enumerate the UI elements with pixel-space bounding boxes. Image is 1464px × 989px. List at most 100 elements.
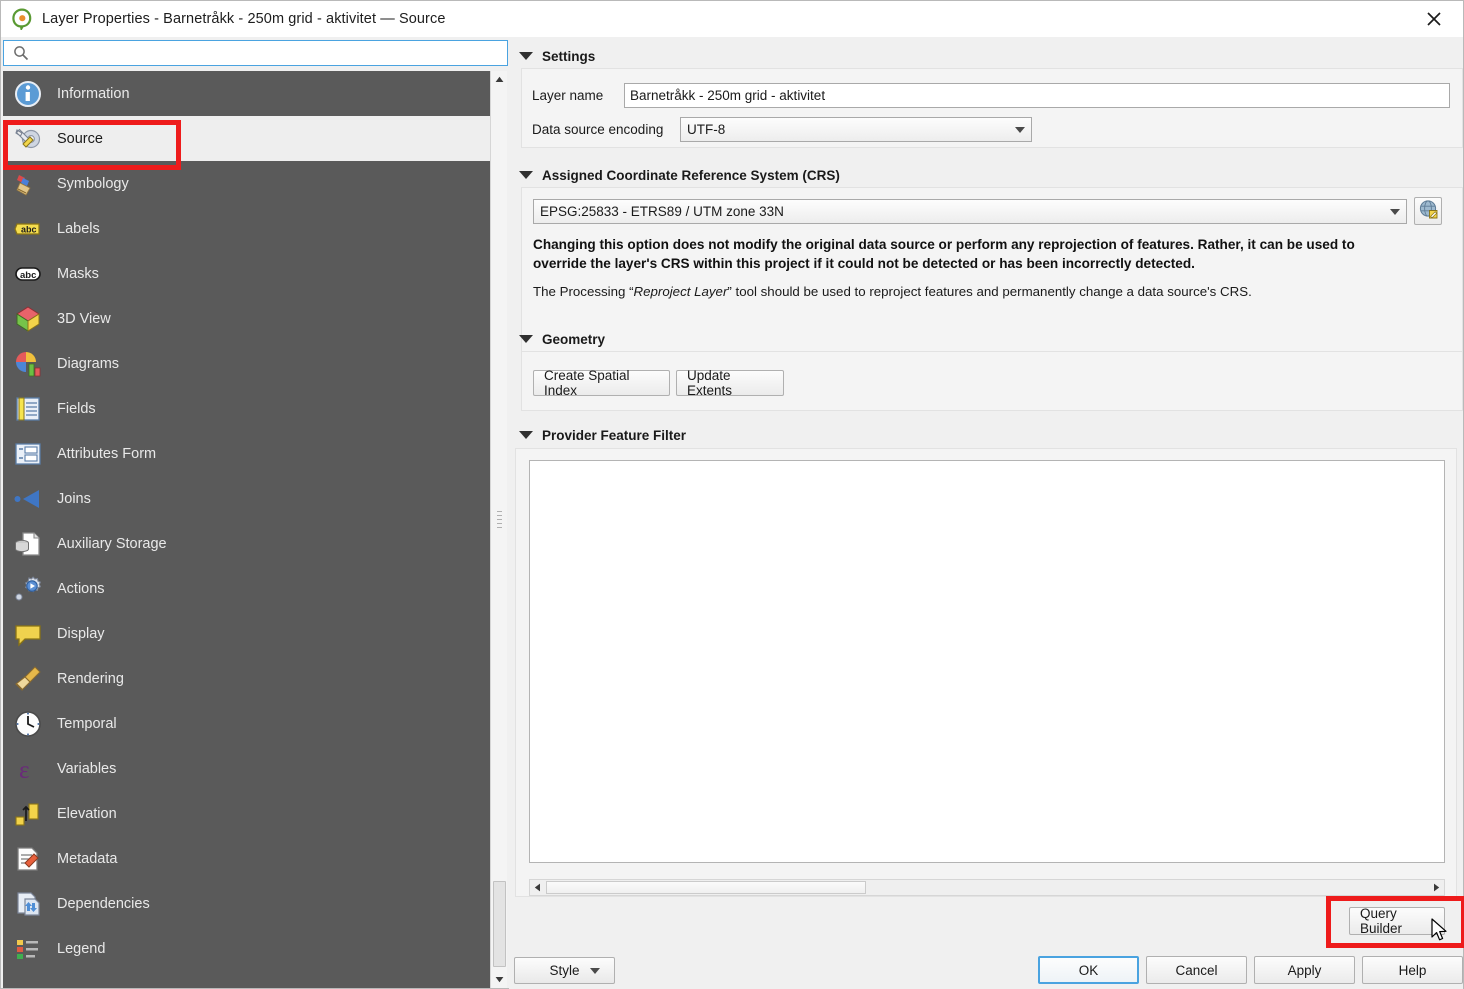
close-icon[interactable] bbox=[1405, 1, 1463, 36]
search-input[interactable] bbox=[35, 43, 475, 63]
sidebar-item-label: Diagrams bbox=[57, 355, 120, 372]
metadata-icon bbox=[11, 842, 45, 876]
collapse-triangle-icon[interactable] bbox=[519, 52, 533, 60]
settings-section-header[interactable]: Settings bbox=[513, 44, 595, 68]
sidebar-item-label: Attributes Form bbox=[57, 445, 157, 462]
geometry-section-header[interactable]: Geometry bbox=[513, 327, 605, 351]
collapse-triangle-icon[interactable] bbox=[519, 171, 533, 179]
data-source-encoding-label: Data source encoding bbox=[532, 122, 664, 137]
ok-button[interactable]: OK bbox=[1038, 956, 1139, 984]
update-extents-label: Update Extents bbox=[687, 368, 733, 398]
sidebar-item-diagrams[interactable]: Diagrams bbox=[3, 341, 490, 386]
sidebar-item-dependencies[interactable]: Dependencies bbox=[3, 881, 490, 926]
apply-label: Apply bbox=[1287, 962, 1322, 978]
splitter-grip-icon bbox=[497, 511, 502, 533]
collapse-triangle-icon[interactable] bbox=[519, 431, 533, 439]
sidebar-item-variables[interactable]: ε Variables bbox=[3, 746, 490, 791]
dependencies-icon bbox=[11, 887, 45, 921]
sidebar-item-3d-view[interactable]: 3D View bbox=[3, 296, 490, 341]
sidebar[interactable]: Information Source Symbology abc Labels … bbox=[3, 71, 490, 988]
crs-reproject-note: The Processing “Reproject Layer” tool sh… bbox=[533, 284, 1443, 299]
actions-icon bbox=[11, 572, 45, 606]
sidebar-item-label: Fields bbox=[57, 400, 96, 417]
sidebar-item-fields[interactable]: Fields bbox=[3, 386, 490, 431]
provider-feature-filter-textarea[interactable] bbox=[529, 460, 1445, 863]
settings-groupbox: Layer name Barnetråkk - 250m grid - akti… bbox=[521, 68, 1463, 148]
apply-button[interactable]: Apply bbox=[1254, 956, 1355, 984]
filter-scrollbar-thumb[interactable] bbox=[546, 881, 866, 894]
sidebar-item-elevation[interactable]: Elevation bbox=[3, 791, 490, 836]
sidebar-item-label: Rendering bbox=[57, 670, 124, 687]
help-button[interactable]: Help bbox=[1362, 956, 1463, 984]
crs-section-title: Assigned Coordinate Reference System (CR… bbox=[542, 167, 840, 183]
crs-note-prefix: The Processing “ bbox=[533, 284, 634, 299]
style-button[interactable]: Style bbox=[514, 957, 615, 984]
sidebar-item-legend[interactable]: Legend bbox=[3, 926, 490, 971]
sidebar-item-label: Display bbox=[57, 625, 105, 642]
sidebar-item-label: Auxiliary Storage bbox=[57, 535, 167, 552]
scroll-right-icon[interactable] bbox=[1429, 880, 1444, 895]
filter-horizontal-scrollbar[interactable] bbox=[529, 879, 1445, 896]
sidebar-item-label: Symbology bbox=[57, 175, 129, 192]
collapse-triangle-icon[interactable] bbox=[519, 335, 533, 343]
query-builder-button[interactable]: Query Builder bbox=[1349, 906, 1445, 936]
masks-icon: abc bbox=[11, 257, 45, 291]
geometry-section-title: Geometry bbox=[542, 331, 606, 347]
sidebar-item-label: Joins bbox=[57, 490, 91, 507]
query-builder-label: Query Builder bbox=[1360, 906, 1403, 936]
sidebar-item-rendering[interactable]: Rendering bbox=[3, 656, 490, 701]
crs-note-suffix: ” tool should be used to reproject featu… bbox=[727, 284, 1252, 299]
sidebar-item-label: Elevation bbox=[57, 805, 117, 822]
sidebar-item-joins[interactable]: Joins bbox=[3, 476, 490, 521]
scroll-up-icon[interactable] bbox=[491, 71, 508, 88]
attributes-form-icon bbox=[11, 437, 45, 471]
scroll-left-icon[interactable] bbox=[530, 880, 545, 895]
sidebar-item-attributes-form[interactable]: Attributes Form bbox=[3, 431, 490, 476]
symbology-icon bbox=[11, 167, 45, 201]
sidebar-item-source[interactable]: Source bbox=[3, 116, 490, 161]
layer-properties-dialog: Layer Properties - Barnetråkk - 250m gri… bbox=[0, 0, 1464, 989]
layer-name-value: Barnetråkk - 250m grid - aktivitet bbox=[630, 88, 826, 103]
sidebar-item-masks[interactable]: abc Masks bbox=[3, 251, 490, 296]
scroll-down-icon[interactable] bbox=[491, 971, 508, 988]
data-source-encoding-value: UTF-8 bbox=[687, 122, 726, 137]
svg-text:abc: abc bbox=[21, 224, 37, 234]
sidebar-item-label: Metadata bbox=[57, 850, 118, 867]
sidebar-item-label: Temporal bbox=[57, 715, 117, 732]
sidebar-scrollbar[interactable] bbox=[490, 71, 507, 988]
sidebar-item-actions[interactable]: Actions bbox=[3, 566, 490, 611]
data-source-encoding-combobox[interactable]: UTF-8 bbox=[680, 117, 1032, 142]
information-icon bbox=[11, 77, 45, 111]
sidebar-item-symbology[interactable]: Symbology bbox=[3, 161, 490, 206]
provider-feature-filter-section-header[interactable]: Provider Feature Filter bbox=[513, 423, 686, 447]
cancel-button[interactable]: Cancel bbox=[1146, 956, 1247, 984]
sidebar-item-information[interactable]: Information bbox=[3, 71, 490, 116]
help-label: Help bbox=[1398, 962, 1427, 978]
crs-section-header[interactable]: Assigned Coordinate Reference System (CR… bbox=[513, 163, 840, 187]
sidebar-item-temporal[interactable]: Temporal bbox=[3, 701, 490, 746]
select-crs-button[interactable] bbox=[1414, 197, 1442, 225]
create-spatial-index-button[interactable]: Create Spatial Index bbox=[533, 368, 670, 398]
crs-warning-line-1: Changing this option does not modify the… bbox=[533, 237, 1355, 252]
3d-view-icon bbox=[11, 302, 45, 336]
provider-feature-filter-groupbox bbox=[515, 448, 1457, 897]
chevron-down-icon bbox=[590, 967, 600, 974]
scrollbar-thumb[interactable] bbox=[493, 881, 506, 967]
create-spatial-index-label: Create Spatial Index bbox=[544, 368, 630, 398]
sidebar-item-label: Masks bbox=[57, 265, 99, 282]
chevron-down-icon bbox=[1390, 208, 1400, 215]
style-label: Style bbox=[549, 963, 580, 978]
search-box[interactable] bbox=[3, 40, 508, 66]
chevron-down-icon bbox=[1015, 126, 1025, 133]
sidebar-item-auxiliary-storage[interactable]: Auxiliary Storage bbox=[3, 521, 490, 566]
sidebar-item-labels[interactable]: abc Labels bbox=[3, 206, 490, 251]
sidebar-item-display[interactable]: Display bbox=[3, 611, 490, 656]
crs-warning-line-2: override the layer's CRS within this pro… bbox=[533, 256, 1195, 271]
layer-name-input[interactable]: Barnetråkk - 250m grid - aktivitet bbox=[624, 83, 1450, 108]
rendering-icon bbox=[11, 662, 45, 696]
sidebar-item-metadata[interactable]: Metadata bbox=[3, 836, 490, 881]
update-extents-button[interactable]: Update Extents bbox=[676, 368, 784, 398]
labels-icon: abc bbox=[11, 212, 45, 246]
crs-combobox[interactable]: EPSG:25833 - ETRS89 / UTM zone 33N bbox=[533, 199, 1407, 224]
sidebar-item-label: Variables bbox=[57, 760, 117, 777]
